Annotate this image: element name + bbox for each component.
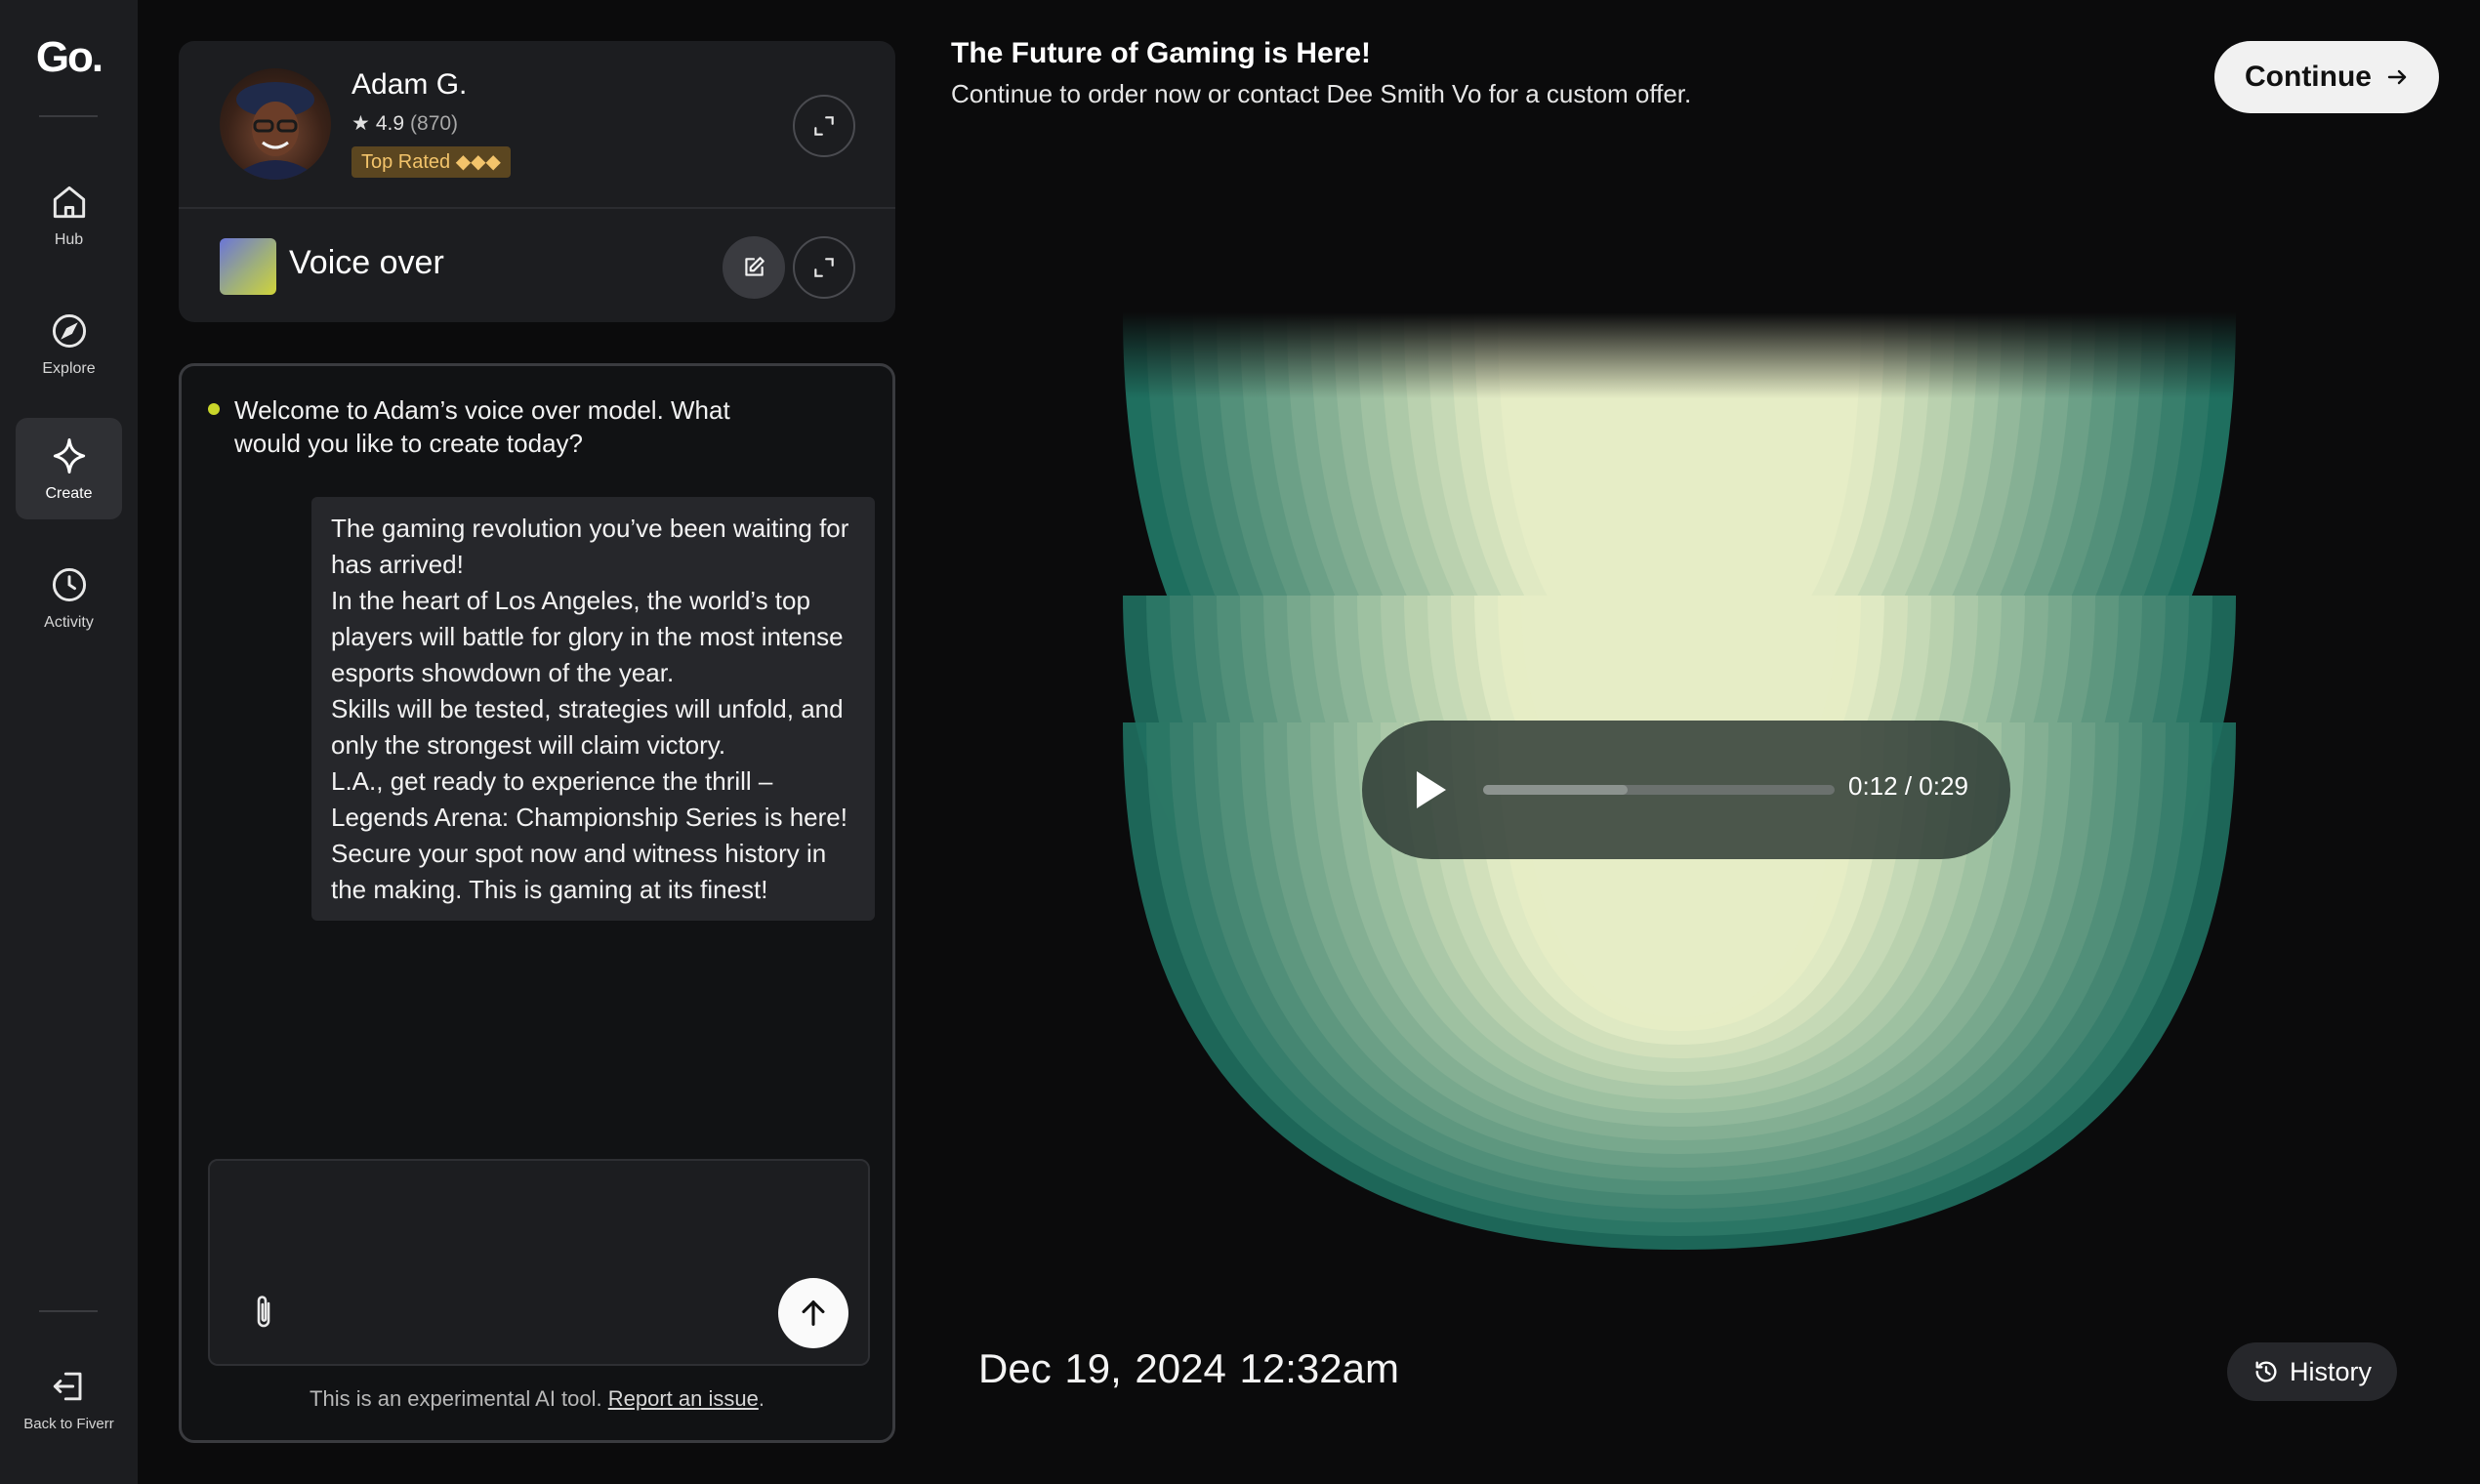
voice-over-thumbnail: [220, 238, 276, 295]
logout-icon: [53, 1372, 81, 1400]
nav-divider: [39, 115, 98, 117]
message-input[interactable]: [229, 1180, 845, 1268]
history-label: History: [2289, 1356, 2372, 1386]
continue-label: Continue: [2245, 61, 2372, 93]
nav-label-hub: Hub: [54, 231, 84, 248]
play-icon: [1417, 771, 1446, 808]
history-icon: [2255, 1361, 2277, 1382]
nav-label-activity: Activity: [44, 614, 94, 631]
status-dot: [208, 403, 220, 415]
disclaimer-text: This is an experimental AI tool.: [310, 1386, 602, 1411]
model-title: Voice over: [289, 244, 444, 281]
arrow-right-icon: [2387, 69, 2407, 85]
seller-card: Adam G. ★ 4.9 (870) Top Rated ◆◆◆ Voice …: [179, 41, 895, 322]
nav-label-explore: Explore: [42, 360, 96, 377]
back-to-fiverr-button[interactable]: Back to Fiverr: [16, 1347, 122, 1449]
top-rated-badge: Top Rated ◆◆◆: [351, 146, 511, 178]
history-button[interactable]: History: [2227, 1342, 2397, 1401]
expand-icon: [814, 258, 834, 277]
edit-icon: [745, 257, 765, 276]
time-value: 12:32am: [1239, 1345, 1399, 1391]
audio-progress-fill: [1483, 785, 1628, 795]
review-count: (870): [410, 111, 459, 135]
time-separator: /: [1904, 771, 1920, 801]
bot-message: Welcome to Adam’s voice over model. What…: [234, 395, 730, 458]
date-value: Dec 19, 2024: [978, 1345, 1226, 1391]
current-time: 0:12: [1848, 771, 1898, 801]
disclaimer: This is an experimental AI tool. Report …: [182, 1386, 892, 1412]
sparkle-icon: [53, 438, 85, 474]
report-issue-link[interactable]: Report an issue: [608, 1386, 759, 1411]
back-to-fiverr-label: Back to Fiverr: [23, 1415, 114, 1432]
avatar-portrait: [229, 82, 321, 180]
seller-rating: ★ 4.9 (870): [351, 111, 458, 136]
nav-item-activity[interactable]: Activity: [16, 547, 122, 648]
message-composer: [208, 1159, 870, 1366]
nav-divider: [39, 1310, 98, 1312]
total-time: 0:29: [1919, 771, 1968, 801]
user-message: The gaming revolution you’ve been waitin…: [311, 497, 875, 921]
compass-icon: [52, 313, 86, 349]
expand-seller-button[interactable]: [793, 95, 855, 157]
nav-item-hub[interactable]: Hub: [16, 164, 122, 266]
clock-icon: [52, 567, 86, 602]
rating-value: 4.9: [375, 111, 405, 135]
page-subtitle: Continue to order now or contact Dee Smi…: [951, 79, 1692, 108]
play-button[interactable]: [1411, 767, 1450, 812]
audio-time: 0:12 / 0:29: [1848, 771, 1968, 802]
star-icon: ★: [351, 112, 370, 135]
disclaimer-end: .: [758, 1386, 765, 1411]
side-nav: Go. Hub Explore Create Activity Back to …: [0, 0, 138, 1484]
home-icon: [53, 186, 85, 219]
expand-model-button[interactable]: [793, 236, 855, 299]
audio-player: 0:12 / 0:29: [1362, 721, 2010, 859]
continue-button[interactable]: Continue: [2214, 41, 2439, 113]
send-button[interactable]: [778, 1278, 848, 1348]
generation-date: Dec 19, 2024 12:32am: [978, 1345, 1399, 1392]
paperclip-icon: [257, 1296, 270, 1328]
edit-model-button[interactable]: [723, 236, 785, 299]
arrow-up-icon: [802, 1300, 825, 1326]
nav-label-create: Create: [45, 485, 93, 502]
card-divider: [179, 207, 895, 209]
audio-progress-bar[interactable]: [1483, 785, 1835, 795]
chat-panel: Welcome to Adam’s voice over model. What…: [179, 363, 895, 1443]
go-logo[interactable]: Go.: [0, 33, 138, 82]
page-title: The Future of Gaming is Here!: [951, 37, 1372, 69]
nav-item-explore[interactable]: Explore: [16, 293, 122, 394]
nav-item-create[interactable]: Create: [16, 418, 122, 519]
attach-button[interactable]: [245, 1288, 284, 1337]
seller-name[interactable]: Adam G.: [351, 68, 467, 102]
seller-avatar[interactable]: [220, 68, 331, 180]
expand-icon: [814, 116, 834, 136]
